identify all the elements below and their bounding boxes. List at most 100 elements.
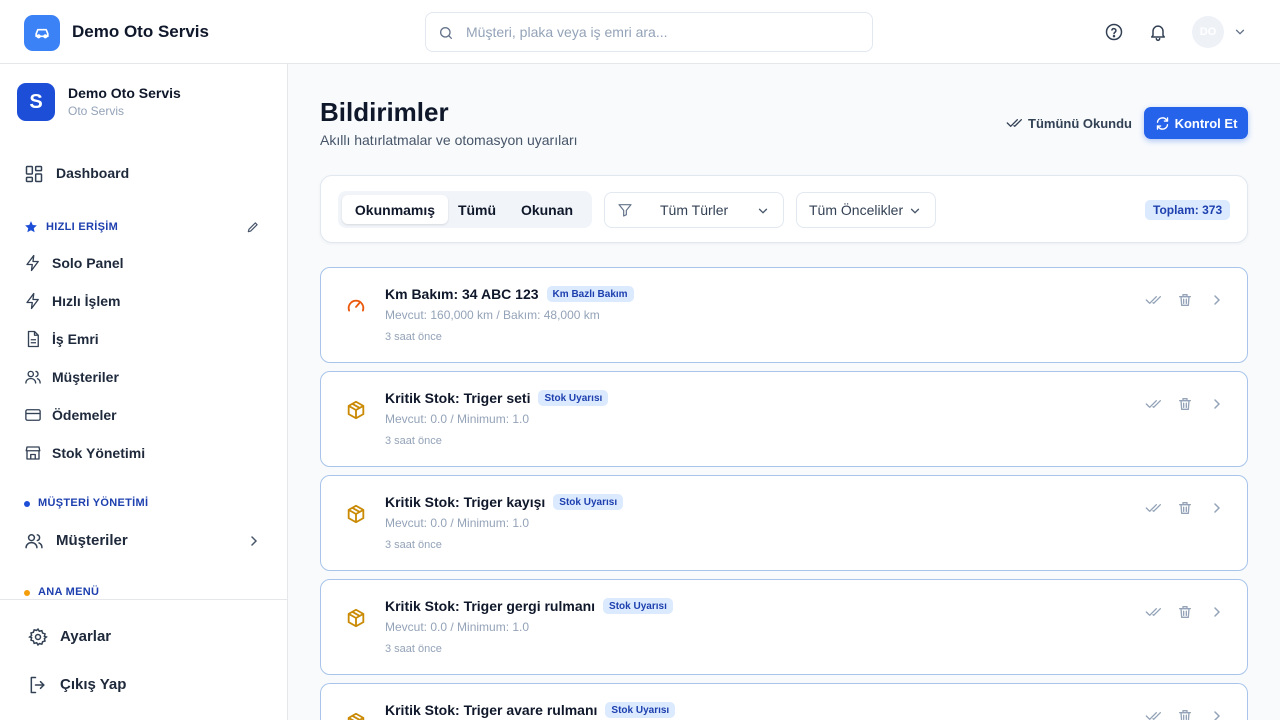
notification-title: Kritik Stok: Triger kayışı	[385, 494, 546, 510]
notification-description: Mevcut: 0.0 / Minimum: 1.0	[385, 620, 530, 634]
sidebar-item-label: Hızlı İşlem	[52, 293, 121, 309]
mark-all-read-button[interactable]: Tümünü Okundu	[998, 106, 1140, 140]
mark-read-icon[interactable]	[1145, 396, 1161, 412]
notification-type-badge: Stok Uyarısı	[603, 598, 673, 614]
box-icon	[345, 399, 367, 421]
credit-card-icon	[24, 406, 42, 424]
sidebar-item-solo-panel[interactable]: Solo Panel	[16, 246, 272, 280]
trash-icon[interactable]	[1177, 604, 1193, 620]
page-subtitle: Akıllı hatırlatmalar ve otomasyon uyarıl…	[320, 132, 578, 148]
check-button[interactable]: Kontrol Et	[1144, 107, 1248, 139]
chevron-right-icon[interactable]	[1209, 708, 1225, 720]
app-title[interactable]: Demo Oto Servis	[72, 22, 209, 42]
sidebar-item-customers-group[interactable]: Müşteriler	[16, 523, 272, 557]
sidebar-footer: Ayarlar Çıkış Yap	[0, 599, 287, 720]
chevron-down-icon	[908, 204, 922, 218]
notification-header: Km Bakım: 34 ABC 123 Km Bazlı Bakım	[385, 286, 634, 302]
sidebar-item-quick-action[interactable]: Hızlı İşlem	[16, 284, 272, 318]
workspace-logo[interactable]: S	[17, 83, 55, 121]
section-dot	[24, 590, 30, 596]
notification-description: Mevcut: 0.0 / Minimum: 1.0	[385, 412, 530, 426]
gear-icon	[28, 627, 48, 647]
sidebar-item-payments[interactable]: Ödemeler	[16, 398, 272, 432]
document-icon	[24, 330, 42, 348]
chevron-right-icon[interactable]	[1209, 604, 1225, 620]
sidebar-item-label: Solo Panel	[52, 255, 124, 271]
sidebar-item-settings[interactable]: Ayarlar	[20, 619, 276, 653]
notification-card[interactable]: Kritik Stok: Triger seti Stok Uyarısı Me…	[320, 371, 1248, 467]
search-box[interactable]	[425, 12, 873, 52]
notification-time: 3 saat önce	[385, 435, 442, 447]
chevron-down-icon	[756, 204, 770, 218]
avatar[interactable]: DO	[1192, 16, 1224, 48]
notification-description: Mevcut: 0.0 / Minimum: 1.0	[385, 516, 530, 530]
notification-header: Kritik Stok: Triger gergi rulmanı Stok U…	[385, 598, 673, 614]
sidebar-item-work-order[interactable]: İş Emri	[16, 322, 272, 356]
mark-read-icon[interactable]	[1145, 292, 1161, 308]
notification-header: Kritik Stok: Triger seti Stok Uyarısı	[385, 390, 609, 406]
notification-card[interactable]: Kritik Stok: Triger gergi rulmanı Stok U…	[320, 579, 1248, 675]
dashboard-icon	[24, 164, 44, 184]
mark-read-icon[interactable]	[1145, 604, 1161, 620]
sidebar-item-dashboard[interactable]: Dashboard	[16, 156, 272, 190]
chevron-right-icon[interactable]	[1209, 500, 1225, 516]
chevron-right-icon[interactable]	[1209, 396, 1225, 412]
chevron-down-icon[interactable]	[1233, 25, 1247, 39]
star-icon	[24, 220, 38, 234]
tab-read[interactable]: Okunan	[506, 195, 588, 224]
notification-type-badge: Stok Uyarısı	[605, 702, 676, 718]
section-dot	[24, 501, 30, 507]
tab-all[interactable]: Tümü	[450, 195, 504, 224]
sidebar-item-label: Stok Yönetimi	[52, 445, 146, 461]
notification-card[interactable]: Km Bakım: 34 ABC 123 Km Bazlı Bakım Mevc…	[320, 267, 1248, 363]
section-title-customer-management: MÜŞTERİ YÖNETİMİ	[38, 497, 149, 509]
help-icon[interactable]	[1104, 22, 1124, 42]
priority-filter-select[interactable]: Tüm Öncelikler	[796, 192, 936, 228]
users-icon	[24, 368, 42, 386]
trash-icon[interactable]	[1177, 708, 1193, 720]
sidebar-item-customers[interactable]: Müşteriler	[16, 360, 272, 394]
notification-header: Kritik Stok: Triger kayışı Stok Uyarısı	[385, 494, 624, 510]
sidebar-item-label: Ödemeler	[52, 407, 117, 423]
pencil-icon[interactable]	[246, 220, 260, 234]
trash-icon[interactable]	[1177, 292, 1193, 308]
search-icon	[438, 25, 454, 41]
sidebar-item-stock[interactable]: Stok Yönetimi	[16, 436, 272, 470]
box-icon	[345, 503, 367, 525]
notification-title: Kritik Stok: Triger gergi rulmanı	[385, 598, 596, 614]
section-title-quick-access: HIZLI ERİŞİM	[46, 221, 119, 233]
notification-title: Km Bakım: 34 ABC 123	[385, 286, 539, 302]
chevron-right-icon[interactable]	[1209, 292, 1225, 308]
bolt-icon	[24, 254, 42, 272]
sidebar-item-label: Müşteriler	[52, 369, 119, 385]
logout-icon	[28, 675, 48, 695]
sidebar-item-label: İş Emri	[52, 331, 99, 347]
bell-icon[interactable]	[1148, 22, 1168, 42]
page-title: Bildirimler	[320, 97, 449, 127]
mark-read-icon[interactable]	[1145, 500, 1161, 516]
type-filter-select[interactable]: Tüm Türler	[604, 192, 784, 228]
notification-type-badge: Km Bazlı Bakım	[546, 286, 634, 302]
notification-type-badge: Stok Uyarısı	[538, 390, 609, 406]
notification-title: Kritik Stok: Triger seti	[385, 390, 531, 406]
mark-read-icon[interactable]	[1145, 708, 1161, 720]
total-count-badge: Toplam: 373	[1145, 200, 1231, 220]
search-input[interactable]	[466, 21, 856, 43]
sidebar-item-label: Dashboard	[56, 165, 130, 181]
sidebar-item-label: Müşteriler	[56, 532, 128, 549]
notification-description: Mevcut: 160,000 km / Bakım: 48,000 km	[385, 308, 600, 322]
notification-card[interactable]: Kritik Stok: Triger avare rulmanı Stok U…	[320, 683, 1248, 720]
sidebar-item-logout[interactable]: Çıkış Yap	[20, 667, 276, 701]
trash-icon[interactable]	[1177, 500, 1193, 516]
tab-unread[interactable]: Okunmamış	[342, 195, 448, 224]
trash-icon[interactable]	[1177, 396, 1193, 412]
sidebar-item-label: Çıkış Yap	[60, 676, 127, 693]
notification-title: Kritik Stok: Triger avare rulmanı	[385, 702, 598, 718]
notification-time: 3 saat önce	[385, 539, 442, 551]
car-logo-icon[interactable]	[24, 15, 60, 51]
box-icon	[345, 607, 367, 629]
section-title-main-menu: ANA MENÜ	[38, 586, 100, 598]
notification-card[interactable]: Kritik Stok: Triger kayışı Stok Uyarısı …	[320, 475, 1248, 571]
notification-type-badge: Stok Uyarısı	[553, 494, 624, 510]
filter-icon	[617, 202, 633, 218]
